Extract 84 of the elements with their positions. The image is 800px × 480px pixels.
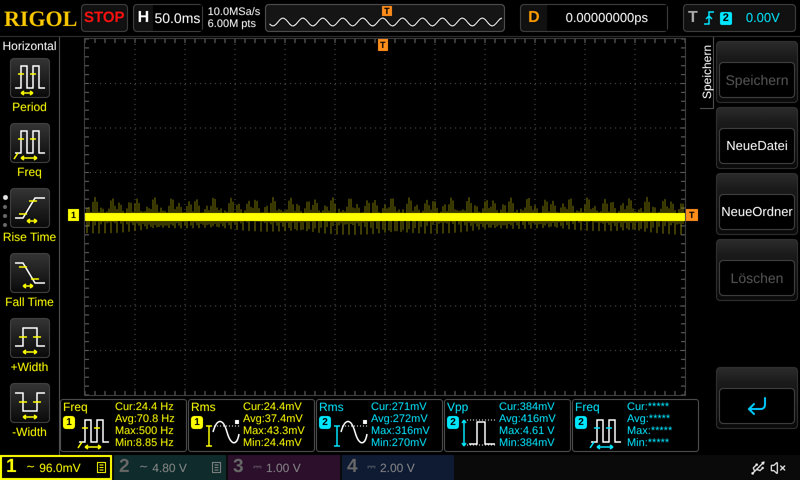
channel-tab[interactable]: 1 ~ 96.0mV bbox=[0, 455, 112, 480]
measurement-value: Cur:271mV bbox=[371, 401, 428, 413]
measurement-value: Min:24.4mV bbox=[243, 437, 303, 449]
channel-tab[interactable]: 4 ⎓ 2.00 V bbox=[342, 455, 454, 480]
channel-badge: 2 bbox=[319, 416, 331, 429]
brand-logo: RIGOL bbox=[4, 4, 78, 32]
menu-button[interactable]: NeueDatei bbox=[716, 107, 798, 169]
measure-button[interactable] bbox=[10, 318, 50, 358]
memory-depth: 6.00M pts bbox=[208, 18, 257, 30]
timebase-value: 50.0ms bbox=[153, 5, 202, 31]
measurement-name: Rms bbox=[319, 401, 345, 414]
channel-badge: 2 bbox=[575, 416, 587, 429]
measurement-value: Avg:***** bbox=[627, 413, 672, 425]
sample-rate: 10.0MSa/s bbox=[208, 6, 262, 18]
channel-scale: 2.00 V bbox=[380, 460, 415, 476]
timebase-display[interactable]: H 50.0ms bbox=[132, 4, 203, 32]
measure-button[interactable] bbox=[10, 123, 50, 163]
channel-scale: 1.00 V bbox=[266, 460, 301, 476]
measure-label: +Width bbox=[10, 359, 48, 376]
measurement-value: Avg:416mV bbox=[499, 413, 556, 425]
measurement-value: Avg:70.8 Hz bbox=[115, 413, 175, 425]
measurement-value: Avg:272mV bbox=[371, 413, 429, 425]
channel-number: 2 bbox=[119, 455, 131, 480]
channel-badge: 1 bbox=[191, 416, 203, 429]
measurement-value: Cur:24.4mV bbox=[243, 401, 303, 413]
measurement-value: Max:500 Hz bbox=[115, 425, 175, 437]
trigger-position-marker: T bbox=[378, 39, 388, 51]
measure-button[interactable] bbox=[10, 383, 50, 423]
mute-icon bbox=[770, 460, 786, 476]
menu-button[interactable]: NeueOrdner bbox=[716, 173, 798, 235]
rising-edge-icon bbox=[704, 11, 714, 25]
measure-button[interactable] bbox=[10, 58, 50, 98]
trigger-level: 0.00V bbox=[746, 9, 780, 28]
measurement-value: Min:384mV bbox=[499, 437, 556, 449]
measure-button[interactable] bbox=[10, 253, 50, 293]
measure-label: Freq bbox=[17, 164, 42, 181]
menu-title: Horizontal bbox=[2, 38, 57, 54]
channel-number: 4 bbox=[347, 455, 359, 480]
trigger-source: 2 bbox=[720, 12, 732, 24]
enter-icon bbox=[745, 394, 769, 418]
usb-icon bbox=[750, 460, 766, 476]
channel-number: 1 bbox=[6, 455, 18, 480]
coupling-symbol: ⎓ bbox=[253, 459, 262, 476]
measurement-value: Max:316mV bbox=[371, 425, 430, 437]
measure-label: -Width bbox=[12, 424, 47, 441]
trigger-display[interactable]: T 2 0.00V bbox=[682, 4, 796, 32]
measurement-name: Freq bbox=[575, 401, 601, 414]
trigger-label: T bbox=[688, 8, 698, 28]
channel-number: 3 bbox=[233, 455, 245, 480]
channel-badge: 1 bbox=[63, 416, 75, 429]
delay-label: D bbox=[527, 8, 541, 28]
delay-value: 0.00000000ps bbox=[546, 5, 667, 31]
trigger-position-marker: T bbox=[382, 6, 392, 16]
measurement-value: Cur:384mV bbox=[499, 401, 556, 413]
menu-title: Speichern bbox=[700, 44, 714, 102]
timebase-label: H bbox=[136, 8, 150, 28]
measurement-value: Max:***** bbox=[627, 425, 672, 437]
measurement-value: Max:4.61 V bbox=[499, 425, 556, 437]
measurement-value: Avg:37.4mV bbox=[243, 413, 304, 425]
delay-display[interactable]: D 0.00000000ps bbox=[520, 4, 668, 32]
measurement-value: Min:270mV bbox=[371, 437, 428, 449]
measurement-value: Cur:24.4 Hz bbox=[115, 401, 175, 413]
measure-label: Rise Time bbox=[2, 229, 56, 246]
coupling-symbol: ⎓ bbox=[367, 459, 376, 476]
channel-scale: 4.80 V bbox=[152, 460, 187, 476]
trigger-level-marker: T bbox=[686, 209, 698, 221]
channel-marker: 1 bbox=[68, 209, 80, 221]
measurement-value: Max:43.3mV bbox=[243, 425, 305, 437]
coupling-symbol: ~ bbox=[139, 459, 148, 476]
measurement-name: Freq bbox=[63, 401, 89, 414]
channel-tab[interactable]: 3 ⎓ 1.00 V bbox=[228, 455, 340, 480]
measurement-value: Min:***** bbox=[627, 437, 670, 449]
measurement-value: Cur:***** bbox=[627, 401, 670, 413]
channel-tab[interactable]: 2 ~ 4.80 V bbox=[114, 455, 226, 480]
channel-badge: 2 bbox=[447, 416, 459, 429]
measure-label: Fall Time bbox=[5, 294, 54, 311]
channel-scale: 96.0mV bbox=[39, 460, 81, 476]
run-status[interactable]: STOP bbox=[80, 4, 128, 32]
coupling-symbol: ~ bbox=[26, 459, 36, 476]
measurement-value: Min:8.85 Hz bbox=[115, 437, 175, 449]
measure-button[interactable] bbox=[10, 188, 50, 228]
measurement-name: Vpp bbox=[447, 401, 470, 414]
measure-label: Period bbox=[12, 99, 47, 116]
measurement-name: Rms bbox=[191, 401, 217, 414]
